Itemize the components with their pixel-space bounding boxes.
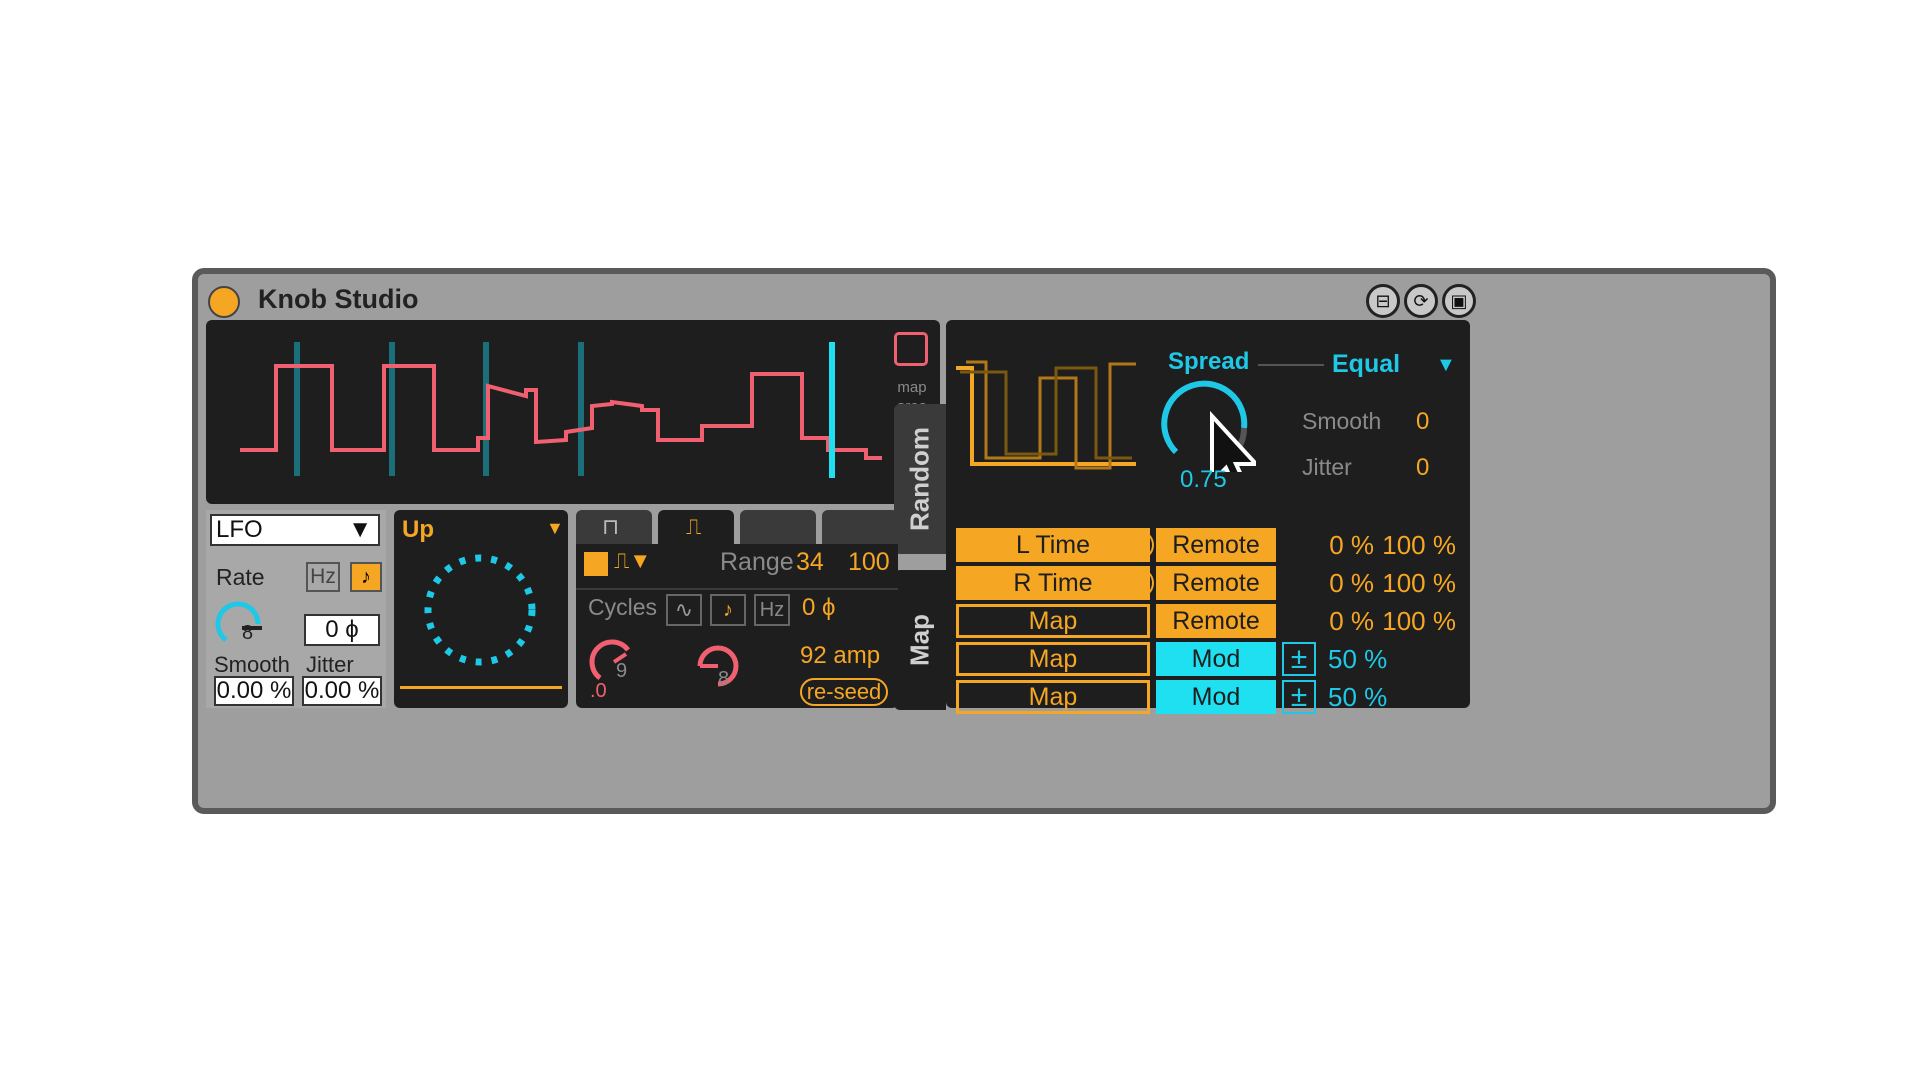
tab-random[interactable]: Random bbox=[894, 404, 946, 554]
range-max[interactable]: 100 bbox=[848, 548, 890, 577]
spread-knob[interactable] bbox=[1156, 376, 1256, 472]
mapping-target-button[interactable]: L Time bbox=[956, 528, 1150, 562]
range-label: Range bbox=[720, 548, 794, 576]
lfo-mode-dropdown[interactable]: LFO ▼ bbox=[210, 514, 380, 546]
mapping-min[interactable]: 0 % bbox=[1284, 530, 1374, 561]
chevron-down-icon[interactable]: ▼ bbox=[546, 518, 564, 539]
spread-smooth-label: Smooth bbox=[1302, 408, 1382, 434]
mapping-source-button[interactable]: Remote bbox=[1156, 528, 1276, 562]
mapping-source-button[interactable]: Remote bbox=[1156, 604, 1276, 638]
amp-value[interactable]: 92 amp bbox=[800, 642, 880, 670]
spread-jitter-value[interactable]: 0 bbox=[1416, 454, 1429, 482]
note-icon[interactable]: ♪ bbox=[710, 594, 746, 626]
shape-panel: ⎍▼ Range 34 100 Cycles ∿ ♪ Hz 0 ϕ 9 .0 8… bbox=[576, 544, 898, 708]
save-icon[interactable]: ▣ bbox=[1442, 284, 1476, 318]
mapping-panel: Spread Equal ▼ 0.75 Smooth 0 Jitter 0 L … bbox=[946, 320, 1470, 714]
spread-mode[interactable]: Equal bbox=[1332, 350, 1400, 379]
spread-value: 0.75 bbox=[1180, 466, 1227, 493]
spread-jitter-label: Jitter bbox=[1302, 454, 1352, 480]
cycles-label: Cycles bbox=[588, 594, 658, 620]
tab-square-wave[interactable]: ⊓ bbox=[576, 510, 652, 544]
hz-button[interactable]: Hz bbox=[306, 562, 340, 592]
sine-wave-icon[interactable]: ∿ bbox=[666, 594, 702, 626]
square-wave-icon: ⊓ bbox=[602, 514, 620, 539]
playhead bbox=[829, 342, 835, 478]
mapping-source-button[interactable]: Remote bbox=[1156, 566, 1276, 600]
device-title: Knob Studio bbox=[258, 284, 419, 314]
mapping-target-button[interactable]: Map bbox=[956, 680, 1150, 714]
amount-knob[interactable] bbox=[688, 636, 744, 692]
spread-preview bbox=[956, 360, 1136, 470]
random-wave bbox=[240, 364, 882, 460]
step-marker bbox=[294, 342, 300, 476]
mapping-max[interactable]: 100 % bbox=[1366, 606, 1456, 637]
mapping-source-button[interactable]: Mod bbox=[1156, 642, 1276, 676]
waveform-display: map area bbox=[206, 320, 940, 504]
mapping-amount[interactable]: 50 % bbox=[1284, 682, 1418, 713]
mapping-target-button[interactable]: Map bbox=[956, 604, 1150, 638]
divider bbox=[1258, 364, 1324, 366]
step-marker bbox=[578, 342, 584, 476]
mapping-min[interactable]: 0 % bbox=[1284, 606, 1374, 637]
tab-map-label: Map bbox=[904, 614, 935, 666]
map-area-line1: map bbox=[897, 379, 927, 396]
range-min[interactable]: 34 bbox=[796, 548, 824, 577]
jitter-label: Jitter bbox=[306, 652, 354, 677]
close-icon[interactable]: × bbox=[1124, 568, 1154, 598]
tab-random-label: Random bbox=[904, 427, 935, 531]
mapping-target-button[interactable]: R Time bbox=[956, 566, 1150, 600]
cycles-knob-value: 9 bbox=[616, 660, 628, 682]
waveform-graph bbox=[240, 342, 882, 478]
cycles-knob-sub: .0 bbox=[590, 680, 607, 702]
dice-icon[interactable] bbox=[894, 332, 928, 366]
rate-label: Rate bbox=[216, 564, 265, 590]
step-marker bbox=[389, 342, 395, 476]
tab-map[interactable]: Map bbox=[894, 570, 946, 710]
chevron-down-icon: ▼ bbox=[348, 516, 372, 543]
smooth-label: Smooth bbox=[214, 652, 290, 677]
reseed-button[interactable]: re-seed bbox=[800, 678, 888, 706]
mapping-min[interactable]: 0 % bbox=[1284, 568, 1374, 599]
close-icon[interactable]: × bbox=[1124, 530, 1154, 560]
lfo-panel: LFO ▼ Rate Hz ♪ 8 0 ϕ Smooth Jitter 0.00… bbox=[206, 510, 386, 708]
spread-label: Spread bbox=[1168, 348, 1250, 375]
step-ring bbox=[424, 554, 536, 666]
power-toggle[interactable] bbox=[208, 286, 240, 318]
mapping-max[interactable]: 100 % bbox=[1366, 530, 1456, 561]
rate-knob[interactable] bbox=[212, 596, 268, 652]
mapping-amount[interactable]: 50 % bbox=[1284, 644, 1418, 675]
knob-studio-device: Knob Studio ⊟ ⟳ ▣ map area Random Map LF… bbox=[192, 268, 1776, 814]
direction-label: Up bbox=[402, 516, 434, 543]
wave-type-dropdown[interactable]: ⎍▼ bbox=[614, 548, 651, 574]
direction-panel: Up ▼ bbox=[394, 510, 568, 708]
amount-knob-value: 8 bbox=[718, 668, 730, 690]
hz-button[interactable]: Hz bbox=[754, 594, 790, 626]
tab-empty-1[interactable] bbox=[740, 510, 816, 544]
smooth-field[interactable]: 0.00 % bbox=[214, 676, 294, 706]
tab-empty-2[interactable] bbox=[822, 510, 898, 544]
note-icon[interactable]: ♪ bbox=[350, 562, 382, 592]
shape-color-swatch[interactable] bbox=[584, 552, 608, 576]
tab-random-wave[interactable]: ⎍ bbox=[658, 510, 734, 544]
mapping-source-button[interactable]: Mod bbox=[1156, 680, 1276, 714]
fold-icon[interactable]: ⊟ bbox=[1366, 284, 1400, 318]
shape-phase[interactable]: 0 ϕ bbox=[802, 594, 835, 622]
divider bbox=[576, 588, 898, 590]
refresh-icon[interactable]: ⟳ bbox=[1404, 284, 1438, 318]
spread-smooth-value[interactable]: 0 bbox=[1416, 408, 1429, 436]
mapping-max[interactable]: 100 % bbox=[1366, 568, 1456, 599]
chevron-down-icon[interactable]: ▼ bbox=[1436, 354, 1456, 377]
direction-line bbox=[400, 686, 562, 689]
random-wave-icon: ⎍ bbox=[686, 514, 702, 539]
title-bar: Knob Studio ⊟ ⟳ ▣ bbox=[198, 274, 1770, 326]
jitter-field[interactable]: 0.00 % bbox=[302, 676, 382, 706]
lfo-mode-value: LFO bbox=[216, 516, 263, 543]
rate-value: 8 bbox=[242, 622, 254, 644]
lfo-phase-field[interactable]: 0 ϕ bbox=[304, 614, 380, 646]
mapping-target-button[interactable]: Map bbox=[956, 642, 1150, 676]
